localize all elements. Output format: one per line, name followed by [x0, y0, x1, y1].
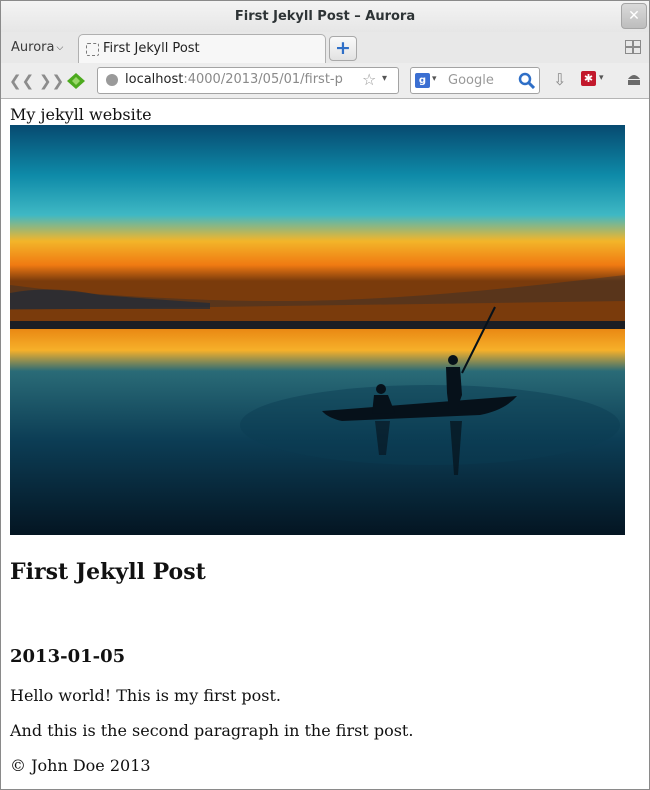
google-engine-icon[interactable]: g — [415, 73, 430, 88]
title-bar: First Jekyll Post – Aurora ✕ — [1, 1, 649, 32]
url-bar[interactable]: localhost:4000/2013/05/01/first-p ☆ ▾ — [97, 67, 399, 94]
app-menu-label: Aurora — [11, 40, 55, 55]
post-date: 2013-01-05 — [10, 646, 126, 667]
addon-icon[interactable]: ✱ — [581, 71, 596, 86]
browser-window: First Jekyll Post – Aurora ✕ Aurora ⌵ Fir… — [0, 0, 650, 790]
post-paragraph-1: Hello world! This is my first post. — [10, 686, 281, 705]
hero-image — [10, 125, 625, 535]
window-close-button[interactable]: ✕ — [621, 3, 647, 29]
forward-arrow-icon[interactable]: ❯❯ — [39, 72, 64, 90]
search-bar[interactable]: g ▾ Google — [410, 67, 540, 94]
url-path: :4000/2013/05/01/first-p — [183, 72, 343, 87]
app-menu-button[interactable]: Aurora ⌵ — [11, 40, 63, 55]
addon-dropdown-icon[interactable]: ▾ — [599, 73, 604, 83]
site-title[interactable]: My jekyll website — [10, 105, 152, 124]
android-icon[interactable] — [626, 71, 642, 85]
navigation-bar: ❮❮ ❯❯ localhost:4000/2013/05/01/first-p … — [1, 63, 649, 99]
tab-label: First Jekyll Post — [103, 41, 200, 56]
window-title: First Jekyll Post – Aurora — [234, 9, 416, 24]
search-input[interactable]: Google — [448, 73, 494, 88]
download-arrow-icon[interactable]: ⇩ — [553, 70, 566, 89]
search-icon[interactable] — [518, 72, 535, 89]
globe-icon — [106, 74, 118, 86]
page-footer: © John Doe 2013 — [10, 756, 151, 775]
engine-dropdown-icon[interactable]: ▾ — [432, 74, 437, 84]
url-host: localhost — [125, 72, 184, 87]
post-paragraph-2: And this is the second paragraph in the … — [10, 721, 414, 740]
bookmark-star-icon[interactable]: ☆ — [362, 70, 376, 89]
page-content: My jekyll website First Jekyll Post 2013… — [1, 99, 649, 789]
chevron-down-icon: ⌵ — [56, 43, 64, 53]
back-arrow-icon[interactable]: ❮❮ — [9, 72, 34, 90]
tab-strip: Aurora ⌵ First Jekyll Post + — [1, 32, 649, 64]
reload-arrow-icon[interactable] — [67, 73, 85, 89]
url-dropdown-icon[interactable]: ▾ — [382, 73, 387, 84]
new-tab-button[interactable]: + — [329, 36, 357, 61]
tab-first-jekyll-post[interactable]: First Jekyll Post — [78, 34, 326, 63]
tab-groups-icon[interactable] — [625, 40, 641, 54]
post-title: First Jekyll Post — [10, 559, 206, 585]
page-favicon-icon — [86, 43, 99, 56]
url-text[interactable]: localhost:4000/2013/05/01/first-p — [125, 72, 343, 87]
